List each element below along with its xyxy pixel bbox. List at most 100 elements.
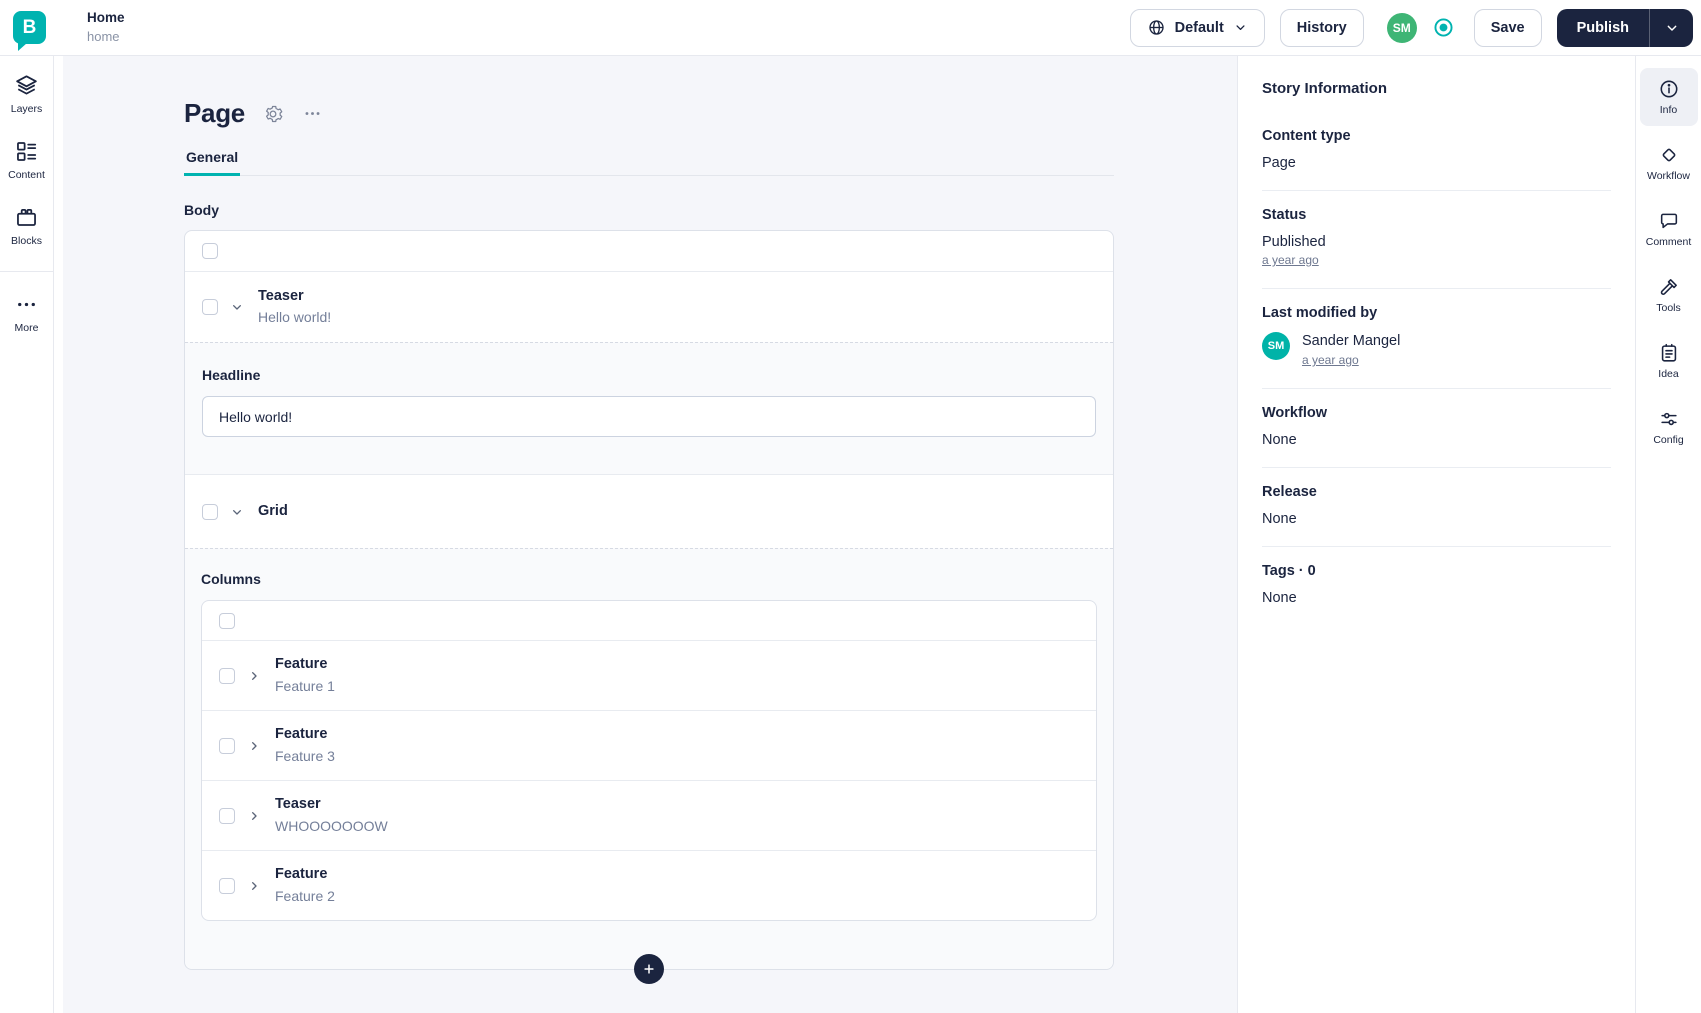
block-row-feature-1[interactable]: Feature Feature 1 xyxy=(202,640,1096,710)
grid-expanded-panel: Columns Feature Feature 1 Feature Featur… xyxy=(185,548,1113,969)
block-subtitle: Feature 1 xyxy=(275,677,335,694)
select-all-checkbox[interactable] xyxy=(202,243,218,259)
publish-button[interactable]: Publish xyxy=(1557,9,1649,47)
block-row-feature-3[interactable]: Feature Feature 3 xyxy=(202,710,1096,780)
block-checkbox[interactable] xyxy=(219,667,235,684)
publish-options-button[interactable] xyxy=(1649,8,1693,47)
block-subtitle: Feature 2 xyxy=(275,887,335,904)
sidebar-item-layers[interactable]: Layers xyxy=(10,73,43,115)
user-avatar[interactable]: SM xyxy=(1386,12,1417,43)
save-button[interactable]: Save xyxy=(1473,8,1542,47)
sidebar-item-content[interactable]: Content xyxy=(8,139,45,181)
sidebar-item-label: Layers xyxy=(10,103,43,115)
language-label: Default xyxy=(1174,19,1224,36)
workflow-diamond-icon xyxy=(1658,144,1680,166)
chevron-down-icon[interactable] xyxy=(229,299,245,315)
headline-input[interactable] xyxy=(202,396,1096,437)
chevron-right-icon[interactable] xyxy=(246,738,262,754)
sidebar-item-label: Blocks xyxy=(11,235,42,247)
rail-item-label: Info xyxy=(1659,104,1678,116)
block-row-teaser-whoooooow[interactable]: Teaser WHOOOOOOOW xyxy=(202,780,1096,850)
modified-time-link[interactable]: a year ago xyxy=(1302,353,1359,367)
page-options-menu-button[interactable] xyxy=(301,102,324,125)
chevron-down-icon[interactable] xyxy=(229,504,245,520)
columns-blocks-card: Feature Feature 1 Feature Feature 3 Teas… xyxy=(201,600,1097,921)
block-row-feature-2[interactable]: Feature Feature 2 xyxy=(202,850,1096,920)
rail-item-label: Workflow xyxy=(1647,170,1690,182)
rail-item-label: Config xyxy=(1653,434,1684,446)
add-block-button[interactable] xyxy=(634,954,664,984)
chevron-right-icon[interactable] xyxy=(246,668,262,684)
rail-item-comment[interactable]: Comment xyxy=(1640,200,1698,258)
chevron-right-icon[interactable] xyxy=(246,878,262,894)
modifier-avatar: SM xyxy=(1262,332,1290,360)
chevron-right-icon[interactable] xyxy=(246,808,262,824)
history-button[interactable]: History xyxy=(1279,8,1364,47)
storyblok-logo-icon[interactable]: B xyxy=(13,11,46,51)
headline-field-label: Headline xyxy=(202,367,261,383)
rail-item-label: Tools xyxy=(1656,302,1681,314)
block-checkbox[interactable] xyxy=(202,503,218,520)
comment-bubble-icon xyxy=(1658,210,1680,232)
block-checkbox[interactable] xyxy=(202,299,218,315)
globe-icon xyxy=(1147,18,1166,37)
sidebar-item-label: More xyxy=(14,322,39,334)
avatar-initials: SM xyxy=(1392,20,1411,35)
section-last-modified: Last modified by SM Sander Mangel a year… xyxy=(1262,289,1611,390)
select-all-row xyxy=(202,601,1096,640)
top-header: B Home home Default History SM Save Publ… xyxy=(0,0,1701,56)
publish-split-button: Publish xyxy=(1556,8,1693,47)
block-subtitle: Feature 3 xyxy=(275,747,335,764)
presence-radio-icon[interactable] xyxy=(1432,16,1455,39)
page-title: Page xyxy=(184,98,245,128)
block-type: Feature xyxy=(275,726,328,743)
select-all-row xyxy=(185,231,1113,271)
story-information-panel: Story Information Content type Page Stat… xyxy=(1237,56,1635,1013)
rail-item-workflow[interactable]: Workflow xyxy=(1640,134,1698,192)
language-selector[interactable]: Default xyxy=(1129,8,1265,47)
rail-item-info[interactable]: Info xyxy=(1639,68,1698,126)
chevron-down-icon xyxy=(1233,20,1248,35)
block-subtitle: Hello world! xyxy=(258,309,332,326)
chevron-down-icon xyxy=(1664,20,1680,36)
teaser-expanded-panel: Headline xyxy=(185,342,1113,474)
columns-field-label: Columns xyxy=(201,571,261,587)
status-value: Published xyxy=(1262,234,1326,250)
sidebar-divider xyxy=(0,271,54,272)
section-tags: Tags · 0 None xyxy=(1262,547,1611,625)
sidebar-item-blocks[interactable]: Blocks xyxy=(11,205,42,247)
content-list-icon xyxy=(14,139,39,164)
block-checkbox[interactable] xyxy=(219,807,235,824)
block-row-teaser[interactable]: Teaser Hello world! xyxy=(185,271,1113,342)
rail-item-label: Idea xyxy=(1658,368,1679,380)
section-content-type: Content type Page xyxy=(1262,128,1611,191)
select-all-checkbox[interactable] xyxy=(219,612,235,629)
block-row-grid[interactable]: Grid xyxy=(185,474,1113,548)
breadcrumb: Home home xyxy=(87,8,125,46)
right-icon-rail: Info Workflow Comment Tools Idea Config xyxy=(1635,56,1701,1013)
rail-item-label: Comment xyxy=(1645,236,1692,248)
rail-item-tools[interactable]: Tools xyxy=(1640,266,1698,324)
block-type: Grid xyxy=(258,502,288,519)
rail-item-config[interactable]: Config xyxy=(1640,398,1698,456)
content-type-settings-button[interactable] xyxy=(261,102,285,126)
editor-tabs: General xyxy=(184,149,1114,176)
sidebar-item-more[interactable]: More xyxy=(14,292,39,334)
section-value: None xyxy=(1262,590,1297,607)
gear-icon xyxy=(263,104,283,124)
block-type: Feature xyxy=(275,866,328,883)
published-time-link[interactable]: a year ago xyxy=(1262,253,1319,267)
rail-item-idea[interactable]: Idea xyxy=(1640,332,1698,390)
section-label: Release xyxy=(1262,484,1317,501)
section-label: Last modified by xyxy=(1262,305,1378,321)
block-checkbox[interactable] xyxy=(219,877,235,894)
blocks-brick-icon xyxy=(14,205,39,230)
info-icon xyxy=(1658,78,1680,100)
story-title: Home xyxy=(87,10,125,26)
layers-icon xyxy=(14,73,39,98)
editor-area: Page General Body Teaser Hello world! He… xyxy=(54,56,1237,1013)
tab-general[interactable]: General xyxy=(184,149,241,176)
section-label: Workflow xyxy=(1262,405,1327,422)
block-type: Teaser xyxy=(275,796,321,813)
block-checkbox[interactable] xyxy=(219,737,235,754)
